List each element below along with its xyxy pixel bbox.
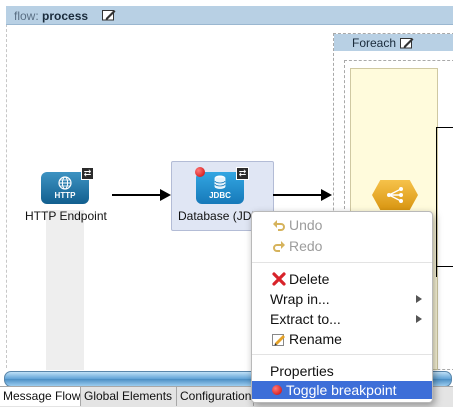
submenu-arrow-icon (416, 295, 422, 303)
menu-item-delete[interactable]: Delete (252, 269, 432, 289)
menu-label: Undo (289, 217, 323, 233)
menu-item-extract-to[interactable]: Extract to... (252, 309, 432, 329)
menu-label: Redo (289, 238, 323, 254)
menu-label: Wrap in... (270, 291, 330, 307)
route-line (436, 127, 453, 128)
menu-label: Rename (289, 331, 342, 347)
edit-icon[interactable] (102, 9, 116, 21)
redo-icon (273, 241, 285, 252)
rename-icon (272, 334, 285, 346)
flow-arrowhead (160, 189, 171, 201)
menu-item-properties[interactable]: Properties (252, 361, 432, 381)
menu-item-undo[interactable]: Undo (252, 215, 432, 235)
http-lane (46, 210, 84, 370)
flow-label: flow: (14, 9, 39, 23)
flow-arrowhead (321, 189, 332, 201)
breakpoint-icon (195, 167, 205, 177)
branch-icon (387, 187, 403, 203)
flow-title: flow: process (14, 9, 88, 23)
menu-item-redo[interactable]: Redo (252, 236, 432, 256)
tab-message-flow[interactable]: Message Flow (0, 387, 81, 406)
undo-icon (273, 220, 285, 231)
exchange-pattern-icon[interactable]: ⇄ (236, 167, 249, 180)
menu-item-toggle-breakpoint[interactable]: Toggle breakpoint (252, 381, 432, 399)
menu-label: Delete (289, 271, 330, 287)
menu-label: Extract to... (270, 311, 341, 327)
menu-separator (252, 354, 432, 355)
tab-global-elements[interactable]: Global Elements (81, 387, 177, 406)
breakpoint-icon (272, 385, 282, 395)
menu-label: Properties (270, 363, 334, 379)
edit-icon[interactable] (400, 37, 414, 49)
flow-name: process (42, 9, 89, 23)
foreach-title: Foreach (352, 36, 397, 50)
submenu-arrow-icon (416, 315, 422, 323)
globe-icon (58, 176, 72, 190)
exchange-pattern-icon[interactable]: ⇄ (81, 167, 94, 180)
flow-arrow (112, 194, 162, 196)
jdbc-icon-text: JDBC (209, 191, 231, 200)
flow-arrow (273, 194, 323, 196)
menu-item-wrap-in[interactable]: Wrap in... (252, 289, 432, 309)
database-label: Database (JDBC) (178, 209, 256, 223)
context-menu: Undo Redo Delete Wrap in... Extract to..… (251, 211, 433, 403)
route-line (436, 266, 453, 267)
http-endpoint-label: HTTP Endpoint (25, 209, 107, 223)
flow-header: flow: process (6, 6, 453, 25)
tab-configuration-xml[interactable]: Configuration XML (177, 387, 254, 406)
choice-router-icon[interactable] (372, 180, 418, 210)
menu-separator (252, 262, 432, 263)
route-line (436, 127, 437, 277)
menu-label: Toggle breakpoint (286, 382, 397, 398)
database-icon (214, 175, 226, 189)
http-icon-text: HTTP (54, 191, 76, 200)
delete-icon (272, 272, 286, 286)
menu-item-rename[interactable]: Rename (252, 329, 432, 349)
